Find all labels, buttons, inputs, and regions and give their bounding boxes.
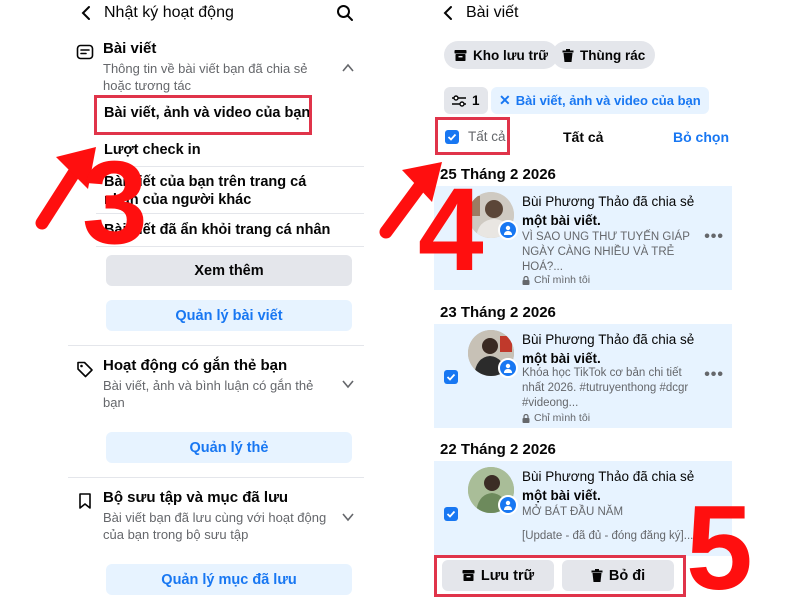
- active-filter-chip[interactable]: ✕ Bài viết, ảnh và video của bạn: [491, 87, 709, 114]
- section-posts-desc: Thông tin về bài viết bạn đã chia sẻ hoặ…: [103, 61, 308, 93]
- user-badge-icon: [498, 358, 518, 378]
- lock-icon: [522, 275, 530, 285]
- post-snippet: VÌ SAO UNG THƯ TUYẾN GIÁP NGÀY CÀNG NHIỀ…: [522, 231, 690, 273]
- post-title-bold: một bài viết.: [522, 213, 601, 228]
- section-tags-desc: Bài viết, ảnh và bình luận có gắn thẻ bạ…: [103, 378, 314, 410]
- page-title: Nhật ký hoạt động: [104, 4, 234, 21]
- section-saved-title: Bộ sưu tập và mục đã lưu: [103, 489, 289, 506]
- all-label: Tất cả: [563, 129, 604, 145]
- activity-log-header: Nhật ký hoạt động: [68, 0, 364, 28]
- filter-button[interactable]: 1: [444, 87, 488, 114]
- privacy-text: Chỉ mình tôi: [534, 412, 591, 424]
- privacy-label: Chỉ mình tôi: [522, 412, 590, 424]
- deselect-link[interactable]: Bỏ chọn: [673, 129, 729, 145]
- manage-saved-button[interactable]: Quản lý mục đã lưu: [106, 564, 352, 595]
- post-snippet-line2: [Update - đã đủ - đóng đăng ký]...: [522, 530, 694, 542]
- chevron-down-icon[interactable]: [341, 510, 355, 524]
- chevron-down-icon[interactable]: [341, 377, 355, 391]
- privacy-label: Chỉ mình tôi: [522, 274, 590, 286]
- more-options-icon[interactable]: •••: [704, 366, 724, 384]
- highlight-box-bottom-actions: [434, 555, 686, 597]
- post-title-prefix: Bùi Phương Thảo đã chia sẻ: [522, 194, 695, 209]
- manage-tags-button[interactable]: Quản lý thẻ: [106, 432, 352, 463]
- post-icon: [76, 44, 94, 60]
- date-heading: 23 Tháng 2 2026: [440, 304, 556, 321]
- lock-icon: [522, 413, 530, 423]
- highlight-box-select-all: [435, 117, 510, 155]
- section-tags-title: Hoạt động có gắn thẻ bạn: [103, 357, 288, 374]
- filter-chip-label: Bài viết, ảnh và video của bạn: [515, 93, 701, 108]
- archive-label: Kho lưu trữ: [473, 47, 549, 63]
- post-card[interactable]: Bùi Phương Thảo đã chia sẻ một bài viết.…: [434, 324, 732, 428]
- post-title-prefix: Bùi Phương Thảo đã chia sẻ: [522, 469, 695, 484]
- post-snippet: MỞ BÁT ĐẦU NĂM: [522, 506, 624, 518]
- posts-header: Bài viết: [430, 0, 732, 28]
- filter-count: 1: [472, 93, 480, 108]
- post-snippet: Khóa học TikTok cơ bản chi tiết nhất 202…: [522, 367, 689, 409]
- step-number-3: 3: [82, 137, 148, 269]
- filter-icon: [452, 94, 466, 107]
- close-icon[interactable]: ✕: [499, 92, 511, 109]
- tag-icon: [77, 361, 93, 378]
- trash-label: Thùng rác: [580, 47, 646, 63]
- chevron-up-icon[interactable]: [341, 61, 355, 75]
- manage-posts-button[interactable]: Quản lý bài viết: [106, 300, 352, 331]
- post-title-bold: một bài viết.: [522, 488, 601, 503]
- highlight-box-your-posts: [94, 95, 312, 135]
- section-saved-desc: Bài viết bạn đã lưu cùng với hoạt động c…: [103, 510, 327, 542]
- trash-pill[interactable]: Thùng rác: [552, 41, 656, 69]
- user-badge-icon: [498, 495, 518, 515]
- step-number-4: 4: [418, 164, 484, 296]
- archive-icon: [454, 49, 467, 61]
- post-title: Bùi Phương Thảo đã chia sẻ một bài viết.: [522, 330, 702, 368]
- privacy-text: Chỉ mình tôi: [534, 274, 591, 286]
- section-divider: [68, 345, 364, 346]
- post-title-prefix: Bùi Phương Thảo đã chia sẻ: [522, 332, 695, 347]
- post-title: Bùi Phương Thảo đã chia sẻ một bài viết.: [522, 192, 702, 230]
- date-heading: 22 Tháng 2 2026: [440, 441, 556, 458]
- step-number-5: 5: [686, 481, 753, 598]
- search-icon[interactable]: [336, 4, 354, 22]
- activity-log-panel: Nhật ký hoạt động Bài viết Thông tin về …: [68, 0, 364, 598]
- post-checkbox[interactable]: [444, 370, 458, 384]
- trash-icon: [562, 48, 574, 62]
- more-options-icon[interactable]: •••: [704, 228, 724, 246]
- section-divider: [68, 477, 364, 478]
- user-badge-icon: [498, 220, 518, 240]
- post-title-bold: một bài viết.: [522, 351, 601, 366]
- section-posts-title: Bài viết: [103, 40, 157, 57]
- back-arrow-icon[interactable]: [440, 4, 458, 22]
- post-title: Bùi Phương Thảo đã chia sẻ một bài viết.: [522, 467, 702, 505]
- post-checkbox[interactable]: [444, 507, 458, 521]
- archive-pill[interactable]: Kho lưu trữ: [444, 41, 559, 69]
- bookmark-icon: [79, 493, 91, 509]
- back-arrow-icon[interactable]: [78, 4, 96, 22]
- page-title: Bài viết: [466, 4, 519, 21]
